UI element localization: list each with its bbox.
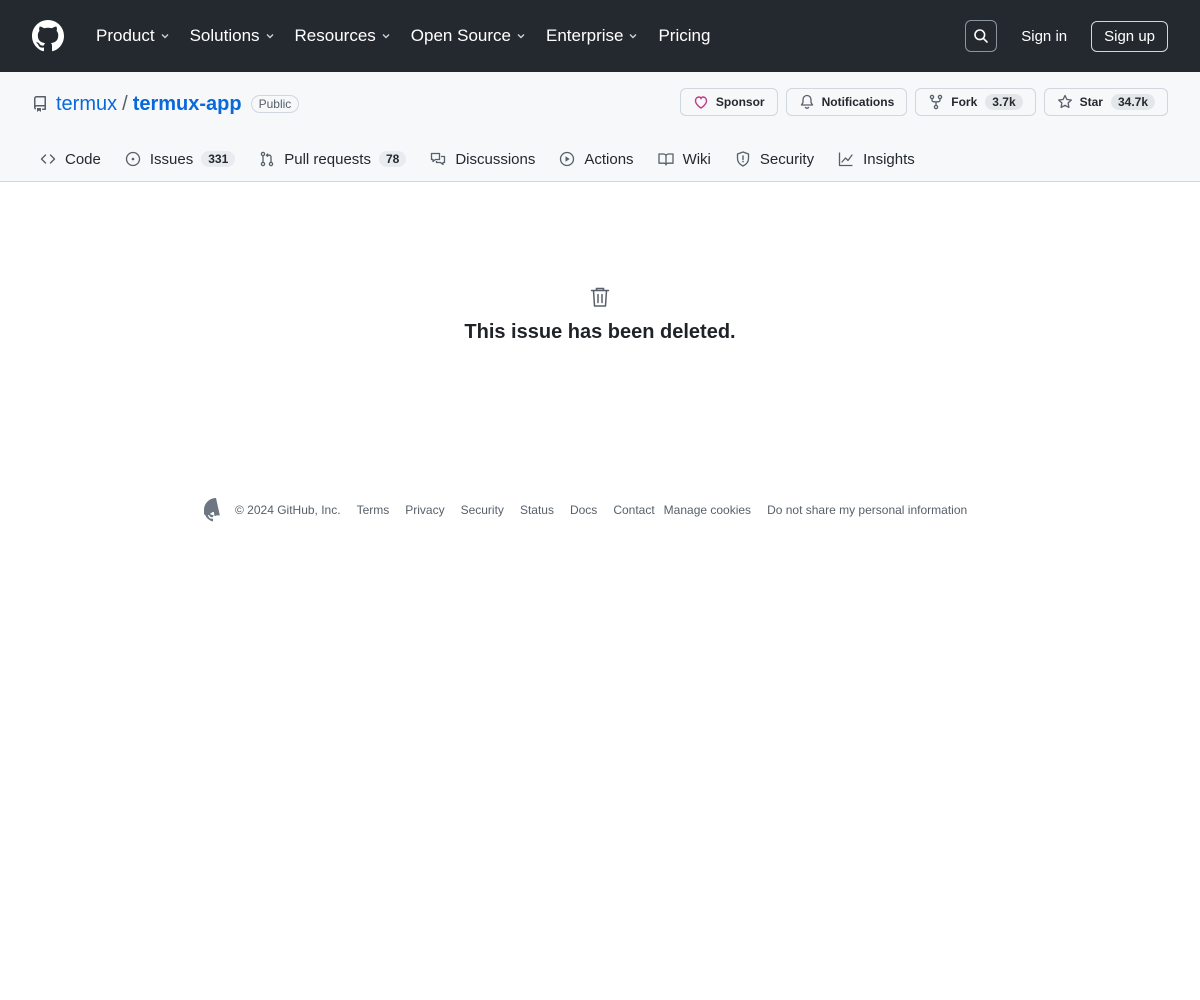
chevron-down-icon — [516, 31, 526, 41]
tab-discussions-label: Discussions — [455, 150, 536, 168]
nav-enterprise[interactable]: Enterprise — [538, 18, 646, 54]
actions-icon — [559, 151, 575, 167]
repo-owner-link[interactable]: termux — [56, 93, 117, 116]
tab-discussions[interactable]: Discussions — [422, 136, 543, 182]
wiki-icon — [657, 151, 674, 167]
tab-code-label: Code — [65, 150, 101, 168]
fork-count: 3.7k — [985, 94, 1023, 110]
deleted-message: This issue has been deleted. — [464, 321, 736, 343]
fork-label: Fork — [951, 95, 978, 109]
nav-pricing[interactable]: Pricing — [650, 18, 718, 54]
top-nav: Product Solutions Resources Open Source … — [88, 18, 722, 54]
graph-icon — [838, 151, 854, 167]
tab-code[interactable]: Code — [32, 136, 109, 182]
chevron-down-icon — [628, 31, 638, 41]
repo-header: termux / termux-app Public Sponsor Notif… — [0, 72, 1200, 182]
tab-pull-requests[interactable]: Pull requests 78 — [251, 136, 414, 182]
nav-pricing-label: Pricing — [658, 26, 711, 45]
repo-actions: Sponsor Notifications Fork 3.7k Star 34.… — [672, 88, 1168, 116]
notifications-button[interactable]: Notifications — [785, 88, 908, 116]
tab-security-label: Security — [759, 150, 815, 168]
tab-issues-label: Issues — [149, 150, 194, 168]
tab-security[interactable]: Security — [727, 136, 822, 182]
pull-requests-count: 78 — [378, 151, 407, 167]
issue-icon — [125, 151, 141, 167]
repo-tabs: Code Issues 331 Pull requests 78 Discuss… — [32, 136, 931, 182]
tab-wiki[interactable]: Wiki — [650, 136, 719, 182]
footer: © 2024 GitHub, Inc. Terms Privacy Securi… — [204, 497, 983, 523]
star-icon — [1057, 94, 1073, 110]
code-icon — [40, 151, 56, 167]
sign-up-button[interactable]: Sign up — [1091, 20, 1168, 52]
tab-actions[interactable]: Actions — [551, 136, 641, 182]
main-content: This issue has been deleted. — [0, 182, 1200, 482]
trash-icon — [588, 285, 612, 309]
sign-in-link[interactable]: Sign in — [1021, 28, 1067, 45]
footer-link-security[interactable]: Security — [461, 503, 504, 517]
nav-solutions[interactable]: Solutions — [182, 18, 283, 54]
footer-link-manage-cookies[interactable]: Manage cookies — [664, 503, 751, 517]
footer-link-contact[interactable]: Contact — [613, 503, 654, 517]
star-label: Star — [1079, 95, 1103, 109]
tab-wiki-label: Wiki — [682, 150, 711, 168]
repo-icon — [32, 96, 48, 112]
footer-link-docs[interactable]: Docs — [570, 503, 597, 517]
footer-link-do-not-share[interactable]: Do not share my personal information — [767, 503, 967, 517]
nav-enterprise-label: Enterprise — [545, 26, 624, 45]
global-header: Product Solutions Resources Open Source … — [0, 0, 1200, 72]
search-button[interactable] — [965, 20, 998, 52]
nav-product[interactable]: Product — [88, 18, 178, 54]
fork-button[interactable]: Fork 3.7k — [915, 88, 1036, 116]
star-count: 34.7k — [1110, 94, 1155, 110]
search-icon — [973, 28, 989, 44]
star-button[interactable]: Star 34.7k — [1043, 88, 1168, 116]
footer-link-status[interactable]: Status — [520, 503, 554, 517]
discussions-icon — [430, 151, 446, 167]
copyright: © 2024 GitHub, Inc. — [235, 503, 341, 517]
tab-issues[interactable]: Issues 331 — [117, 136, 243, 182]
nav-open-source[interactable]: Open Source — [403, 18, 534, 54]
bell-icon — [799, 94, 815, 110]
notifications-label: Notifications — [821, 95, 895, 109]
pull-request-icon — [259, 151, 275, 167]
footer-link-terms[interactable]: Terms — [357, 503, 390, 517]
visibility-badge: Public — [250, 95, 300, 113]
sponsor-button[interactable]: Sponsor — [679, 88, 778, 116]
nav-resources[interactable]: Resources — [287, 18, 399, 54]
nav-product-label: Product — [96, 26, 155, 45]
chevron-down-icon — [265, 31, 275, 41]
heart-icon — [693, 94, 709, 110]
header-actions: Sign in Sign up — [965, 20, 1168, 52]
chevron-down-icon — [381, 31, 391, 41]
footer-link-privacy[interactable]: Privacy — [405, 503, 444, 517]
issues-count: 331 — [201, 151, 236, 167]
tab-insights[interactable]: Insights — [830, 136, 923, 182]
tab-insights-label: Insights — [863, 150, 915, 168]
nav-resources-label: Resources — [294, 26, 376, 45]
github-logo-icon[interactable] — [32, 20, 64, 52]
github-mark-icon[interactable] — [204, 498, 228, 522]
nav-open-source-label: Open Source — [410, 26, 511, 45]
chevron-down-icon — [160, 31, 170, 41]
repo-title: termux / termux-app Public — [32, 92, 300, 116]
repo-name-link[interactable]: termux-app — [133, 93, 242, 116]
nav-solutions-label: Solutions — [189, 26, 260, 45]
shield-icon — [735, 151, 751, 167]
tab-actions-label: Actions — [584, 150, 634, 168]
sponsor-label: Sponsor — [715, 95, 765, 109]
tab-pull-requests-label: Pull requests — [284, 150, 371, 168]
repo-path-separator: / — [122, 92, 128, 115]
fork-icon — [928, 94, 944, 110]
